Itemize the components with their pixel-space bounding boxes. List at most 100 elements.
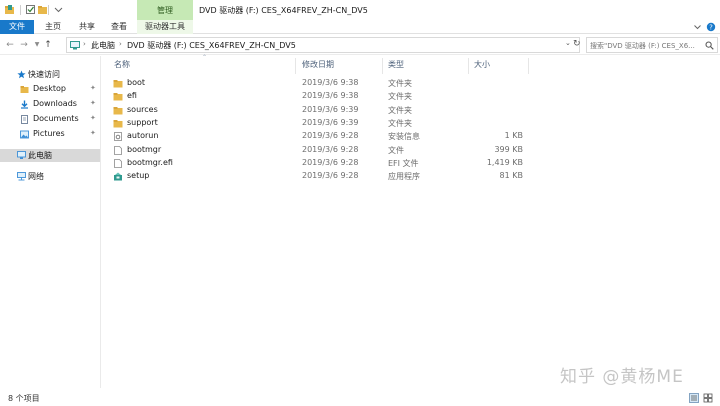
table-row[interactable]: bootmgr 2019/3/6 9:28 文件 399 KB	[102, 144, 720, 157]
column-divider[interactable]	[468, 58, 469, 74]
tab-home[interactable]: 主页	[38, 20, 68, 34]
file-date: 2019/3/6 9:28	[302, 145, 359, 154]
expand-ribbon-icon[interactable]	[693, 23, 702, 31]
computer-icon	[70, 41, 80, 50]
breadcrumb-dvd-drive[interactable]: DVD 驱动器 (F:) CES_X64FREV_ZH-CN_DV5	[127, 40, 296, 51]
svg-text:?: ?	[709, 24, 713, 32]
up-arrow-icon[interactable]: ↑	[42, 39, 54, 51]
file-size: 1,419 KB	[486, 158, 523, 167]
sidebar-item-pictures[interactable]: Pictures ✦	[0, 128, 100, 141]
search-icon[interactable]	[705, 41, 714, 50]
file-name: setup	[127, 171, 150, 180]
explorer-app-icon[interactable]	[4, 4, 15, 15]
pin-icon[interactable]: ✦	[90, 114, 96, 122]
sidebar-item-desktop[interactable]: Desktop ✦	[0, 83, 100, 96]
pin-icon[interactable]: ✦	[90, 129, 96, 137]
table-row[interactable]: support 2019/3/6 9:39 文件夹	[102, 117, 720, 130]
tab-file[interactable]: 文件	[0, 20, 34, 34]
file-size: 399 KB	[494, 145, 523, 154]
breadcrumb-separator-icon: ›	[119, 40, 122, 48]
sidebar-item-label: 快速访问	[28, 70, 60, 79]
file-name: bootmgr	[127, 145, 162, 154]
pin-icon[interactable]: ✦	[90, 99, 96, 107]
file-date: 2019/3/6 9:39	[302, 105, 359, 114]
table-row[interactable]: efi 2019/3/6 9:38 文件夹	[102, 90, 720, 103]
file-type: 文件夹	[388, 92, 412, 101]
folder-icon	[113, 93, 123, 101]
address-history-chevron-icon[interactable]: ⌄	[565, 39, 571, 47]
documents-icon	[21, 115, 28, 124]
column-divider[interactable]	[295, 58, 296, 74]
column-header-type[interactable]: 类型	[388, 57, 404, 73]
breadcrumb-this-pc[interactable]: 此电脑	[91, 40, 115, 51]
search-input[interactable]: 搜索"DVD 驱动器 (F:) CES_X6...	[590, 41, 702, 51]
tab-view[interactable]: 查看	[104, 20, 134, 34]
sidebar-item-label: Documents	[33, 114, 79, 123]
sidebar-item-network[interactable]: 网络	[0, 170, 100, 183]
back-arrow-icon[interactable]: ←	[4, 39, 16, 51]
large-icons-view-icon[interactable]	[703, 393, 713, 403]
column-divider[interactable]	[382, 58, 383, 74]
file-type: 安装信息	[388, 132, 420, 141]
column-divider[interactable]	[528, 58, 529, 74]
column-header-date[interactable]: 修改日期	[302, 57, 334, 73]
table-row[interactable]: autorun 2019/3/6 9:28 安装信息 1 KB	[102, 130, 720, 143]
sidebar-item-this-pc[interactable]: 此电脑	[0, 149, 100, 162]
status-bar: 8 个项目	[0, 390, 720, 406]
file-date: 2019/3/6 9:38	[302, 91, 359, 100]
manage-context-tab[interactable]: 管理	[137, 0, 193, 20]
file-icon	[114, 159, 122, 168]
file-size: 1 KB	[504, 131, 523, 140]
computer-icon	[17, 151, 26, 159]
settings-file-icon	[114, 132, 122, 141]
sidebar-item-label: Downloads	[33, 99, 77, 108]
toolbar-separator	[48, 5, 49, 15]
sidebar-item-documents[interactable]: Documents ✦	[0, 113, 100, 126]
folder-icon	[113, 107, 123, 115]
network-icon	[17, 172, 26, 181]
file-type: 应用程序	[388, 172, 420, 181]
customize-toolbar-icon[interactable]	[53, 4, 64, 15]
tab-drive-tools[interactable]: 驱动器工具	[137, 20, 193, 34]
file-type: 文件夹	[388, 79, 412, 88]
sidebar-item-downloads[interactable]: Downloads ✦	[0, 98, 100, 111]
sidebar-item-label: 网络	[28, 172, 44, 181]
address-bar[interactable]: › 此电脑 › DVD 驱动器 (F:) CES_X64FREV_ZH-CN_D…	[66, 37, 580, 53]
file-name: sources	[127, 105, 158, 114]
table-row[interactable]: boot 2019/3/6 9:38 文件夹	[102, 77, 720, 90]
file-type: 文件夹	[388, 119, 412, 128]
star-icon	[17, 70, 26, 79]
search-box[interactable]: 搜索"DVD 驱动器 (F:) CES_X6...	[586, 37, 718, 53]
toolbar-separator	[20, 5, 21, 15]
file-name: autorun	[127, 131, 159, 140]
table-row[interactable]: sources 2019/3/6 9:39 文件夹	[102, 104, 720, 117]
navigation-pane: 快速访问 Desktop ✦ Downloads ✦ Documents ✦ P…	[0, 56, 101, 388]
table-row[interactable]: bootmgr.efi 2019/3/6 9:28 EFI 文件 1,419 K…	[102, 157, 720, 170]
properties-icon[interactable]	[25, 4, 36, 15]
file-date: 2019/3/6 9:28	[302, 131, 359, 140]
file-type: 文件	[388, 146, 404, 155]
help-icon[interactable]: ?	[706, 22, 716, 32]
file-icon	[114, 146, 122, 155]
watermark: 知乎 @黄杨ME	[560, 367, 684, 387]
file-date: 2019/3/6 9:39	[302, 118, 359, 127]
setup-app-icon	[114, 172, 122, 181]
refresh-icon[interactable]: ↻	[573, 39, 581, 49]
forward-arrow-icon[interactable]: →	[18, 39, 30, 51]
navigation-bar: ← → ▼ ↑ › 此电脑 › DVD 驱动器 (F:) CES_X64FREV…	[0, 35, 720, 55]
folder-icon	[20, 86, 29, 93]
new-folder-icon[interactable]	[37, 4, 48, 15]
tab-share[interactable]: 共享	[72, 20, 102, 34]
sidebar-item-quick-access[interactable]: 快速访问	[0, 68, 100, 81]
pin-icon[interactable]: ✦	[90, 84, 96, 92]
column-header-size[interactable]: 大小	[474, 57, 490, 73]
file-type: 文件夹	[388, 106, 412, 115]
details-view-icon[interactable]	[689, 393, 699, 403]
table-row[interactable]: setup 2019/3/6 9:28 应用程序 81 KB	[102, 170, 720, 183]
file-list: ⌃ 名称 修改日期 类型 大小 boot 2019/3/6 9:38 文件夹 e…	[102, 54, 720, 388]
sidebar-item-label: Pictures	[33, 129, 65, 138]
download-icon	[21, 100, 28, 109]
ribbon-tab-bar: 文件 主页 共享 查看 驱动器工具 ?	[0, 20, 720, 34]
file-name: bootmgr.efi	[127, 158, 173, 167]
column-header-name[interactable]: 名称	[114, 57, 130, 73]
